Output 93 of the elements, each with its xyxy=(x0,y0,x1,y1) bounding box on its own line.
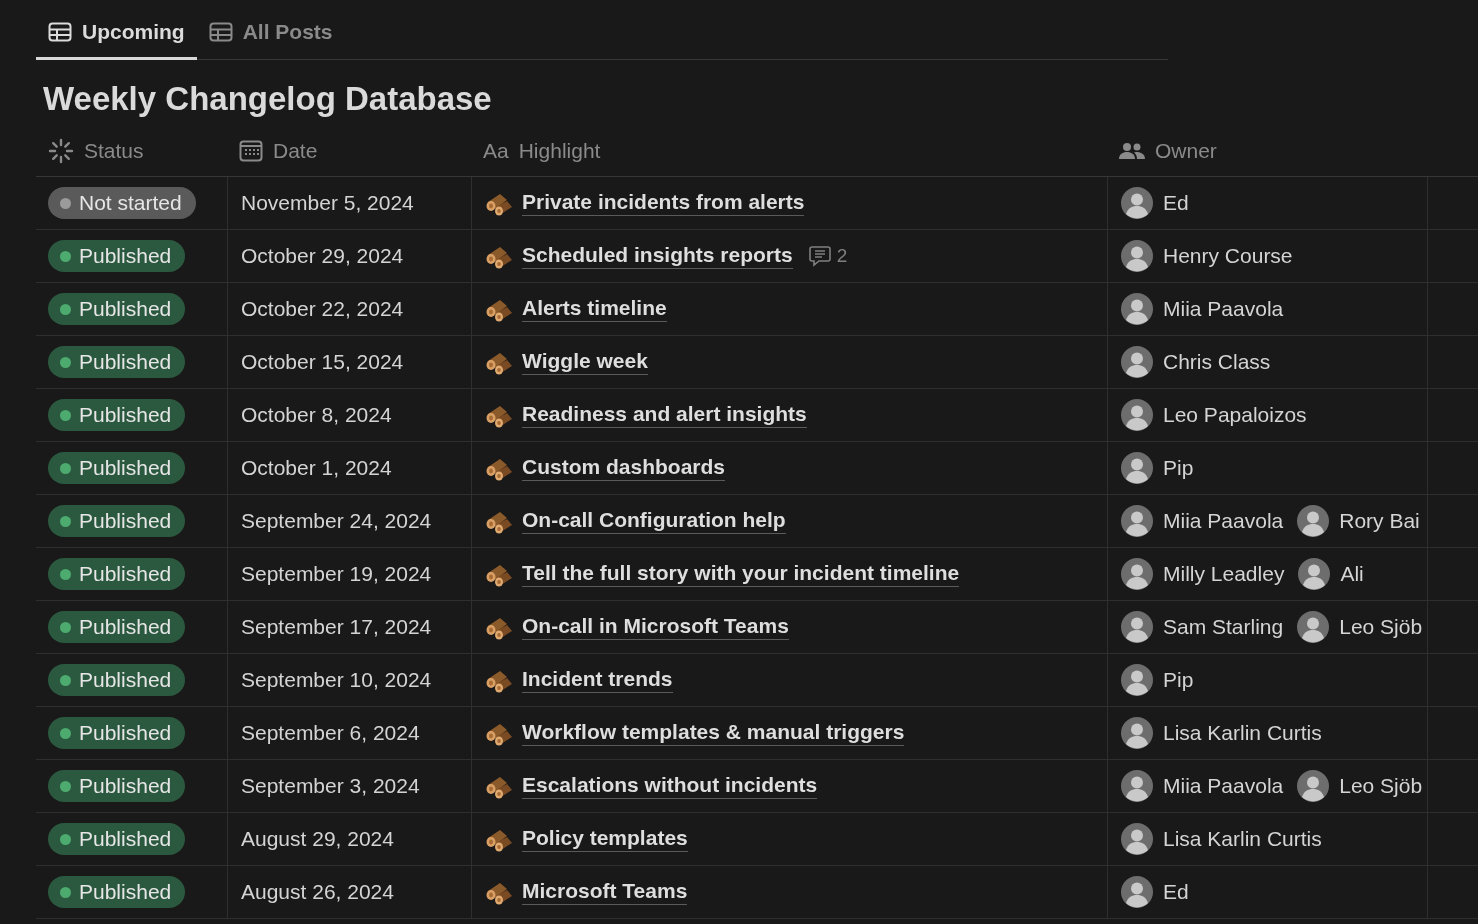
avatar-icon xyxy=(1121,770,1153,802)
avatar-icon xyxy=(1121,717,1153,749)
date-text: September 17, 2024 xyxy=(241,615,432,639)
post-title-link[interactable]: Scheduled insights reports xyxy=(522,243,793,269)
date-text: October 22, 2024 xyxy=(241,297,404,321)
owner-name: Ed xyxy=(1163,191,1189,215)
avatar-icon xyxy=(1121,187,1153,219)
avatar-icon xyxy=(1121,611,1153,643)
status-tag: Published xyxy=(48,611,186,643)
date-text: September 10, 2024 xyxy=(241,668,432,692)
post-title-link[interactable]: Private incidents from alerts xyxy=(522,190,805,216)
owner-name: Miia Paavola xyxy=(1163,297,1284,321)
date-text: November 5, 2024 xyxy=(241,191,414,215)
owner-name: Lisa Karlin Curtis xyxy=(1163,827,1322,851)
avatar-icon xyxy=(1121,876,1153,908)
status-tag: Published xyxy=(48,717,186,749)
view-tab[interactable]: Upcoming xyxy=(36,16,197,60)
post-title-link[interactable]: Tell the full story with your incident timeline xyxy=(522,561,960,587)
avatar-icon xyxy=(1121,664,1153,696)
status-tag: Published xyxy=(48,770,186,802)
owner-name: Henry Course xyxy=(1163,244,1293,268)
post-title-link[interactable]: Escalations without incidents xyxy=(522,773,818,799)
avatar-icon xyxy=(1297,770,1330,802)
loading-spinner-icon xyxy=(48,138,74,164)
avatar-icon xyxy=(1297,505,1330,537)
database-title: Weekly Changelog Database xyxy=(43,80,493,118)
owner-name: Ali xyxy=(1340,562,1364,586)
date-text: September 3, 2024 xyxy=(241,774,420,798)
status-tag: Published xyxy=(48,558,186,590)
avatar-icon xyxy=(1121,346,1153,378)
date-text: September 6, 2024 xyxy=(241,721,420,745)
calendar-icon xyxy=(239,140,263,162)
post-title-link[interactable]: Wiggle week xyxy=(522,349,648,375)
status-tag: Published xyxy=(48,399,186,431)
comment-icon xyxy=(808,245,831,267)
owner-name: Rory Bai xyxy=(1339,509,1420,533)
post-title-link[interactable]: Workflow templates & manual triggers xyxy=(522,720,905,746)
status-tag: Not started xyxy=(48,187,196,219)
table-icon xyxy=(208,22,233,42)
owner-name: Miia Paavola xyxy=(1163,774,1284,798)
owner-name: Leo Papaloizos xyxy=(1163,403,1307,427)
owner-name: Miia Paavola xyxy=(1163,509,1284,533)
comment-count: 2 xyxy=(836,245,848,267)
table-icon xyxy=(48,22,72,42)
avatar-icon xyxy=(1121,823,1153,855)
date-text: October 1, 2024 xyxy=(241,456,392,480)
column-header[interactable]: Owner xyxy=(1155,139,1217,163)
avatar-icon xyxy=(1121,505,1153,537)
status-tag: Published xyxy=(48,346,186,378)
owner-name: Ed xyxy=(1163,880,1189,904)
owner-name: Pip xyxy=(1163,668,1194,692)
post-title-link[interactable]: Incident trends xyxy=(522,667,673,693)
status-tag: Published xyxy=(48,240,186,272)
owner-name: Milly Leadley xyxy=(1163,562,1285,586)
owner-name: Lisa Karlin Curtis xyxy=(1163,721,1322,745)
date-text: September 24, 2024 xyxy=(241,509,432,533)
owner-name: Leo Sjöb xyxy=(1339,615,1423,639)
post-title-link[interactable]: On-call in Microsoft Teams xyxy=(522,614,789,640)
avatar-icon xyxy=(1121,558,1153,590)
avatar-icon xyxy=(1121,240,1153,272)
post-title-link[interactable]: Policy templates xyxy=(522,826,688,852)
owner-name: Leo Sjöb xyxy=(1339,774,1423,798)
status-tag: Published xyxy=(48,664,186,696)
post-title-link[interactable]: On-call Configuration help xyxy=(522,508,786,534)
date-text: October 8, 2024 xyxy=(241,403,392,427)
people-icon xyxy=(1119,142,1145,160)
column-header[interactable]: Highlight xyxy=(518,139,601,163)
owner-name: Sam Starling xyxy=(1163,615,1284,639)
post-title-link[interactable]: Readiness and alert insights xyxy=(522,402,807,428)
date-text: October 29, 2024 xyxy=(241,244,404,268)
date-text: August 26, 2024 xyxy=(241,880,394,904)
date-text: October 15, 2024 xyxy=(241,350,404,374)
avatar-icon xyxy=(1298,558,1331,590)
status-tag: Published xyxy=(48,876,186,908)
text-type-label: Aa xyxy=(483,139,509,163)
avatar-icon xyxy=(1121,452,1153,484)
status-tag: Published xyxy=(48,452,186,484)
date-text: August 29, 2024 xyxy=(241,827,394,851)
owner-name: Pip xyxy=(1163,456,1194,480)
status-tag: Published xyxy=(48,293,186,325)
avatar-icon xyxy=(1121,399,1153,431)
post-title-link[interactable]: Microsoft Teams xyxy=(522,879,688,905)
view-tab[interactable]: All Posts xyxy=(196,16,345,60)
owner-name: Chris Class xyxy=(1163,350,1271,374)
status-tag: Published xyxy=(48,505,186,537)
avatar-icon xyxy=(1297,611,1330,643)
column-header[interactable]: Date xyxy=(273,139,318,163)
column-header[interactable]: Status xyxy=(84,139,144,163)
date-text: September 19, 2024 xyxy=(241,562,432,586)
avatar-icon xyxy=(1121,293,1153,325)
post-title-link[interactable]: Alerts timeline xyxy=(522,296,667,322)
post-title-link[interactable]: Custom dashboards xyxy=(522,455,726,481)
status-tag: Published xyxy=(48,823,186,855)
